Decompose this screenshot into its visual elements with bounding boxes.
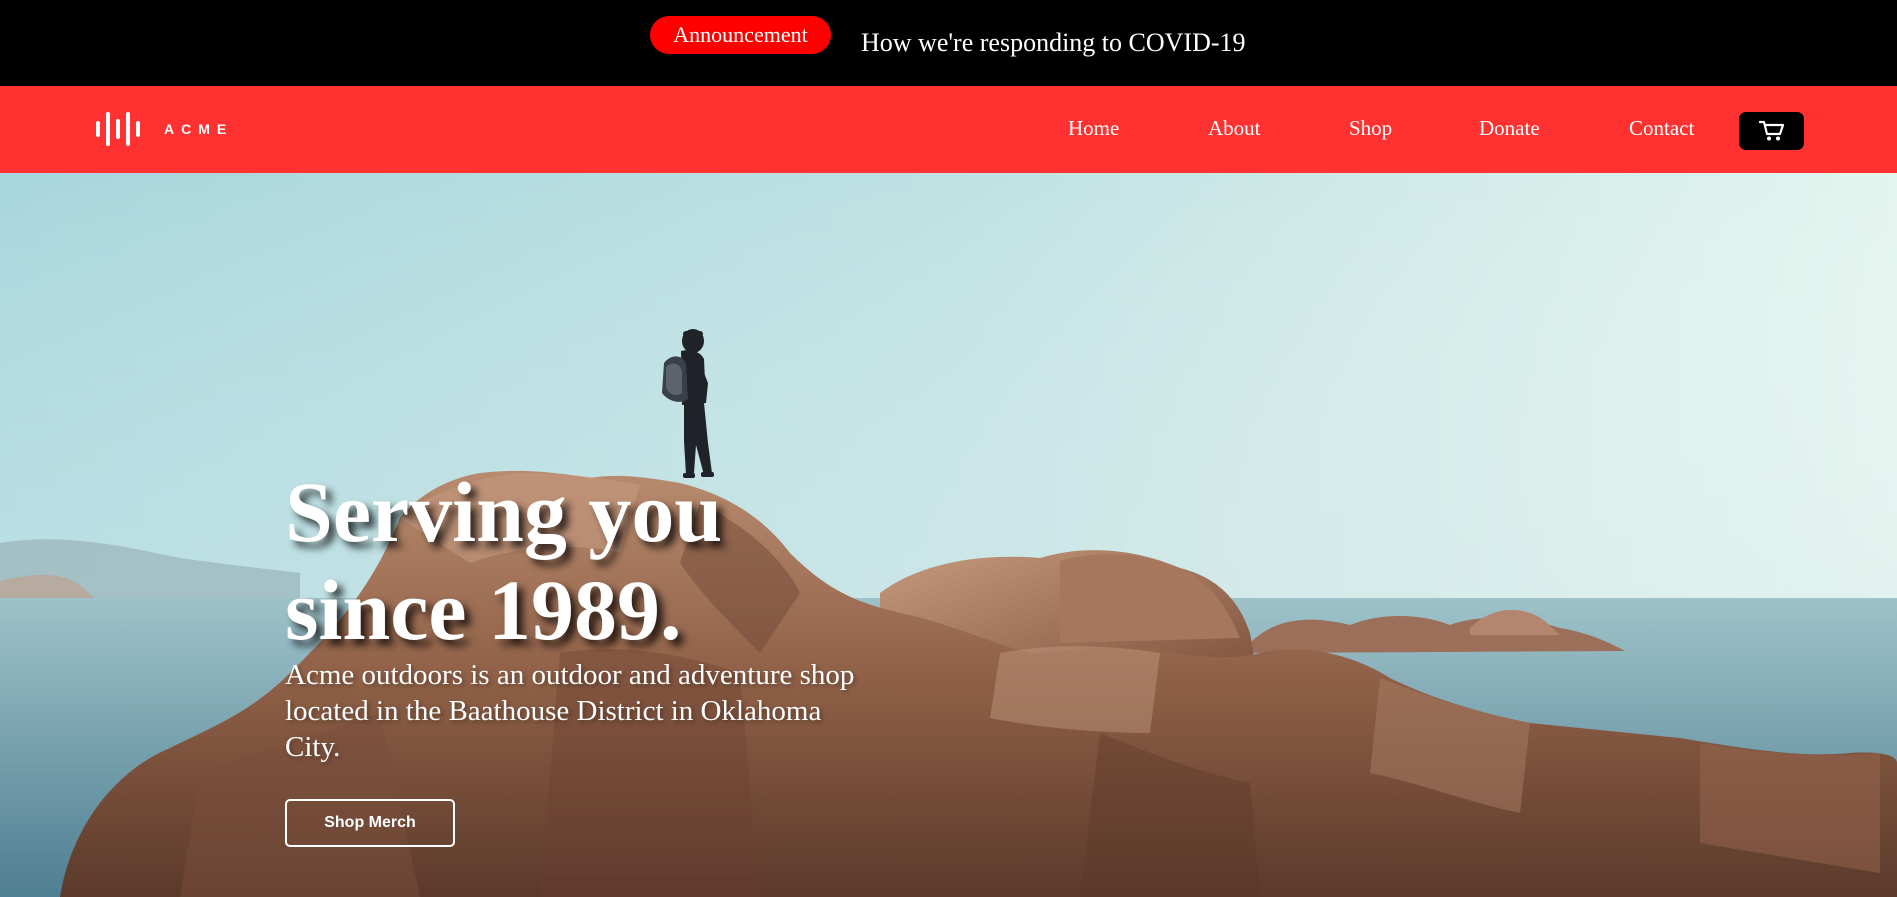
shopping-cart-icon (1758, 120, 1784, 141)
cart-button[interactable] (1739, 112, 1804, 150)
acme-logo-icon (96, 112, 140, 146)
hero-title-line-1: Serving you (285, 464, 723, 560)
hero-description: Acme outdoors is an outdoor and adventur… (285, 659, 855, 763)
nav-link-about[interactable]: About (1208, 116, 1261, 141)
logo[interactable]: ACME (94, 109, 233, 149)
shop-merch-button[interactable]: Shop Merch (285, 799, 455, 847)
logo-text: ACME (164, 121, 234, 137)
hero-title-line-2: since 1989. (285, 562, 682, 658)
hero-section: Serving you since 1989. Acme outdoors is… (0, 173, 1897, 897)
hero-title: Serving you since 1989. (285, 463, 722, 659)
announcement-message[interactable]: How we're responding to COVID-19 (861, 28, 1246, 58)
nav-link-contact[interactable]: Contact (1629, 116, 1694, 141)
nav-link-shop[interactable]: Shop (1349, 116, 1392, 141)
nav-link-donate[interactable]: Donate (1479, 116, 1540, 141)
announcement-bar: Announcement How we're responding to COV… (0, 0, 1897, 86)
main-navbar: ACME Home About Shop Donate Contact (0, 86, 1897, 173)
nav-link-home[interactable]: Home (1068, 116, 1119, 141)
announcement-badge[interactable]: Announcement (650, 16, 831, 54)
